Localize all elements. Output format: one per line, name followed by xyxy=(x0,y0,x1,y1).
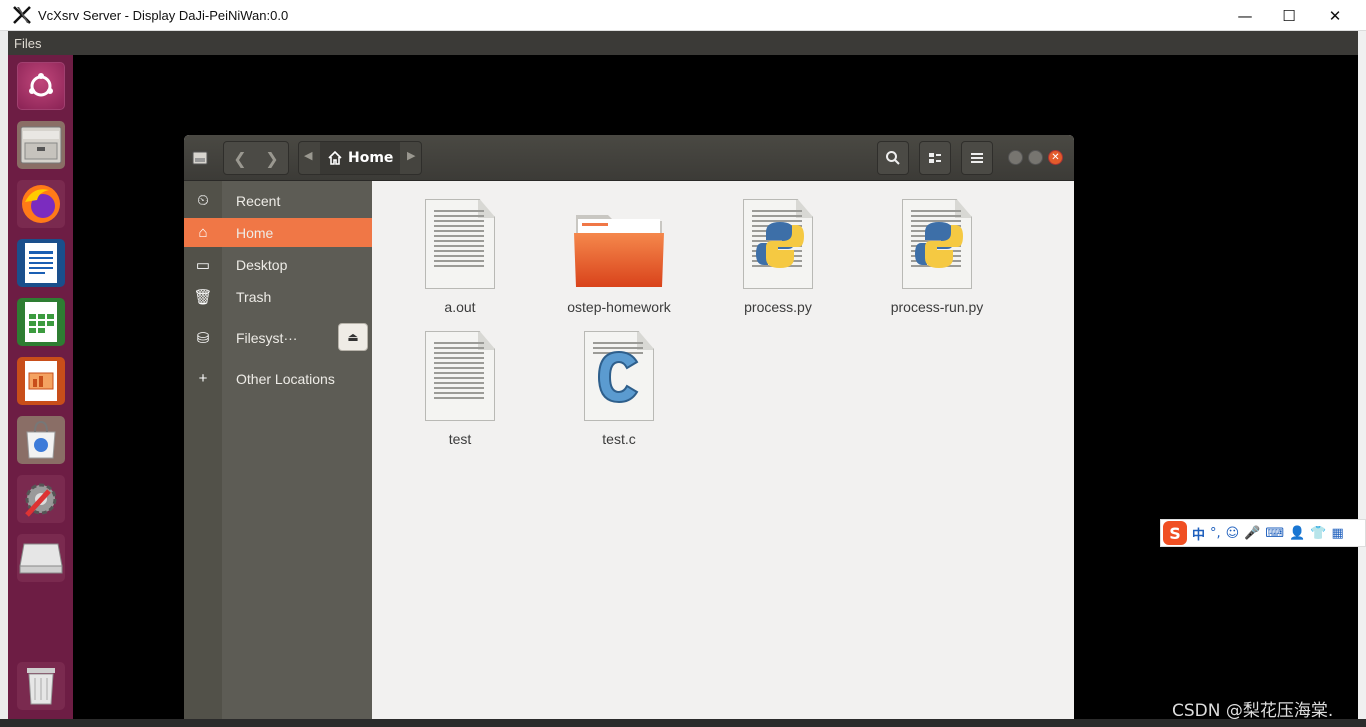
breadcrumb: ◀ Home ▶ xyxy=(298,141,422,175)
impress-icon[interactable] xyxy=(15,355,66,406)
host-titlebar: VcXsrv Server - Display DaJi-PeiNiWan:0.… xyxy=(0,0,1366,31)
eject-button[interactable]: ⏏ xyxy=(338,323,368,351)
breadcrumb-home[interactable]: Home xyxy=(320,142,400,174)
vcxsrv-logo-icon xyxy=(13,6,31,24)
file-name: ostep-homework xyxy=(567,299,671,315)
sidebar-item-filesystem[interactable]: ⛁ Filesyst··· xyxy=(184,323,334,352)
sidebar-item-label: Home xyxy=(236,224,274,241)
drive-icon: ⛁ xyxy=(196,329,210,347)
menu-button[interactable] xyxy=(961,141,993,175)
sidebar-item-label: Trash xyxy=(236,288,272,305)
trash-icon[interactable] xyxy=(15,660,66,711)
file-item[interactable]: process-run.py xyxy=(872,193,1002,315)
trash-icon: 🗑 xyxy=(193,288,213,306)
search-button[interactable] xyxy=(877,141,909,175)
text-document-icon xyxy=(425,331,495,421)
sidebar-item-label: Other Locations xyxy=(236,370,335,387)
calc-icon[interactable] xyxy=(15,296,66,347)
unity-launcher xyxy=(8,55,73,720)
back-button[interactable]: ❮ xyxy=(224,149,256,168)
forward-button[interactable]: ❯ xyxy=(256,149,288,168)
close-button[interactable]: ✕ xyxy=(1312,0,1358,31)
sogou-logo-icon[interactable]: S xyxy=(1163,521,1187,545)
window-minimize-button[interactable] xyxy=(1008,150,1023,165)
close-icon: ✕ xyxy=(1051,151,1060,163)
firefox-icon[interactable] xyxy=(15,178,66,229)
view-toggle-button[interactable] xyxy=(919,141,951,175)
files-window: ❮ ❯ ◀ Home ▶ ✕ ⏲ Recent ⌂ Home ▭ Desktop… xyxy=(184,135,1074,720)
top-panel: Files xyxy=(8,31,1358,55)
sidebar-item-other-locations[interactable]: + Other Locations xyxy=(184,364,372,393)
sidebar-item-label: Desktop xyxy=(236,256,288,273)
python-file-icon xyxy=(902,199,972,289)
file-item[interactable]: test xyxy=(395,325,525,447)
drive-icon[interactable] xyxy=(15,532,66,583)
file-name: process-run.py xyxy=(890,299,984,315)
eject-icon: ⏏ xyxy=(347,330,359,344)
folder-item[interactable]: ostep-homework xyxy=(554,193,684,315)
sidebar-item-home[interactable]: ⌂ Home xyxy=(184,218,372,247)
maximize-button[interactable]: ☐ xyxy=(1266,0,1312,31)
c-source-icon xyxy=(584,331,654,421)
microphone-icon[interactable]: 🎤 xyxy=(1244,526,1260,541)
sidebar-item-trash[interactable]: 🗑 Trash xyxy=(184,282,372,311)
left-border xyxy=(0,31,8,727)
window-close-button[interactable]: ✕ xyxy=(1048,150,1063,165)
user-icon[interactable]: 👤 xyxy=(1289,526,1305,541)
ime-mode-toggle[interactable]: 中 xyxy=(1192,524,1205,543)
grid-menu-icon[interactable]: ▦ xyxy=(1332,526,1344,541)
folder-icon xyxy=(574,215,664,287)
sidebar-item-label: Filesyst··· xyxy=(236,329,298,346)
folder-icon: ▭ xyxy=(195,256,211,274)
ime-toolbar: S 中 °, ☺ 🎤 ⌨ 👤 👕 ▦ xyxy=(1160,519,1366,547)
breadcrumb-left-arrow[interactable]: ◀ xyxy=(304,149,312,162)
breadcrumb-home-label: Home xyxy=(348,150,394,166)
places-sidebar: ⏲ Recent ⌂ Home ▭ Desktop 🗑 Trash ⛁ File… xyxy=(184,181,372,720)
minimize-button[interactable]: — xyxy=(1222,0,1268,31)
file-item[interactable]: a.out xyxy=(395,193,525,315)
text-document-icon xyxy=(425,199,495,289)
clock-icon: ⏲ xyxy=(197,192,209,209)
sidebar-item-recent[interactable]: ⏲ Recent xyxy=(184,186,372,215)
emoji-icon[interactable]: ☺ xyxy=(1226,526,1240,541)
files-headerbar: ❮ ❯ ◀ Home ▶ ✕ xyxy=(184,135,1074,181)
search-icon xyxy=(886,151,900,165)
files-app-icon xyxy=(189,141,211,175)
sidebar-item-desktop[interactable]: ▭ Desktop xyxy=(184,250,372,279)
list-view-icon xyxy=(929,153,941,163)
host-window-title: VcXsrv Server - Display DaJi-PeiNiWan:0.… xyxy=(38,8,289,23)
sidebar-item-label: Recent xyxy=(236,192,281,209)
file-name: test.c xyxy=(602,431,636,447)
right-border xyxy=(1358,31,1366,727)
nav-button-group: ❮ ❯ xyxy=(223,141,289,175)
home-icon: ⌂ xyxy=(198,224,208,241)
system-settings-icon[interactable] xyxy=(15,473,66,524)
file-view: a.out ostep-homework process.py process-… xyxy=(372,181,1074,720)
app-menu-label[interactable]: Files xyxy=(14,36,41,51)
file-name: process.py xyxy=(744,299,812,315)
writer-icon[interactable] xyxy=(15,237,66,288)
skin-icon[interactable]: 👕 xyxy=(1310,526,1326,541)
breadcrumb-right-arrow[interactable]: ▶ xyxy=(407,149,415,162)
home-icon xyxy=(328,151,342,165)
file-name: test xyxy=(448,431,472,447)
file-item[interactable]: test.c xyxy=(554,325,684,447)
software-center-icon[interactable] xyxy=(15,414,66,465)
files-icon[interactable] xyxy=(15,119,66,170)
bottom-border xyxy=(0,719,1366,727)
window-maximize-button[interactable] xyxy=(1028,150,1043,165)
ubuntu-dash-icon[interactable] xyxy=(15,60,66,111)
hamburger-icon xyxy=(971,153,983,163)
watermark: CSDN @梨花压海棠. xyxy=(1172,701,1334,721)
keyboard-icon[interactable]: ⌨ xyxy=(1265,526,1284,541)
file-item[interactable]: process.py xyxy=(713,193,843,315)
file-name: a.out xyxy=(444,299,476,315)
plus-icon: + xyxy=(198,370,208,387)
python-file-icon xyxy=(743,199,813,289)
punctuation-icon[interactable]: °, xyxy=(1210,526,1221,541)
